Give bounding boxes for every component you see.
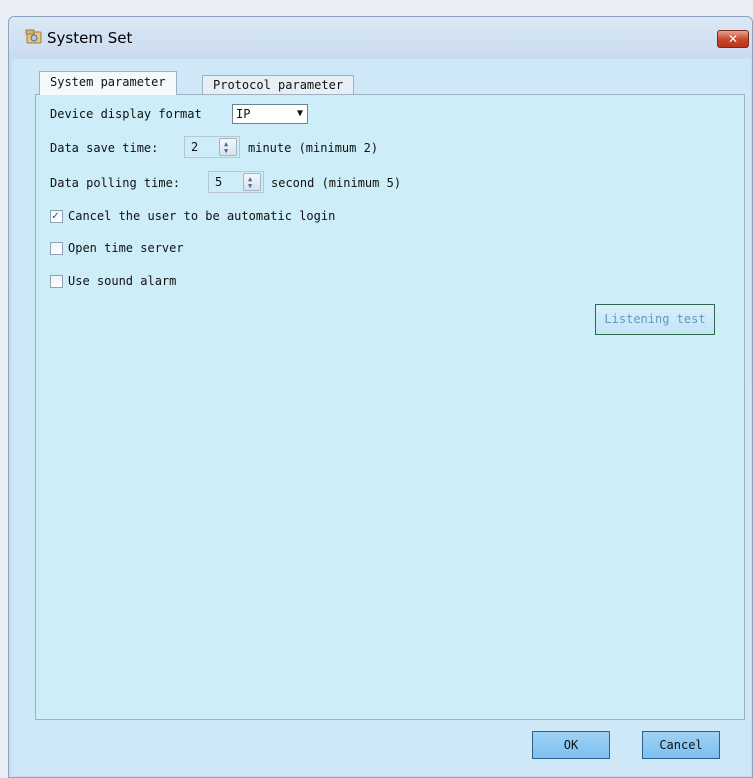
title-bar[interactable]: System Set ✕ (9, 17, 752, 59)
sound-alarm-checkbox[interactable] (50, 275, 63, 288)
data-save-label: Data save time: (50, 141, 159, 155)
data-save-value: 2 (191, 140, 199, 154)
spin-down-icon[interactable]: ▼ (224, 148, 228, 155)
spin-down-icon[interactable]: ▼ (248, 183, 252, 190)
dropdown-arrow-icon: ▼ (296, 108, 303, 119)
app-icon (25, 29, 42, 44)
close-button[interactable]: ✕ (717, 30, 749, 48)
polling-value: 5 (215, 175, 223, 189)
device-display-label: Device display format (50, 107, 202, 121)
data-save-unit: minute (minimum 2) (248, 141, 379, 155)
close-icon: ✕ (727, 32, 739, 46)
cancel-auto-login-checkbox[interactable]: ✓ (50, 209, 63, 223)
data-save-stepper[interactable]: 2 ▲ ▼ (184, 136, 240, 158)
open-time-server-label: Open time server (68, 241, 184, 255)
tab-protocol-parameter[interactable]: Protocol parameter (202, 75, 355, 95)
sound-alarm-label: Use sound alarm (68, 274, 177, 288)
polling-stepper[interactable]: 5 ▲ ▼ (208, 171, 264, 193)
device-display-value: IP (236, 107, 251, 121)
dialog-body: System parameter Protocol parameter Devi… (12, 59, 751, 776)
listening-test-button[interactable]: Listening test (595, 304, 715, 335)
checkmark-icon: ✓ (52, 209, 59, 222)
system-set-window: System Set ✕ System parameter Protocol p… (8, 16, 753, 778)
window-title: System Set (47, 29, 133, 47)
tab-system-parameter[interactable]: System parameter (39, 71, 177, 95)
device-display-select[interactable]: IP ▼ (232, 104, 308, 124)
cancel-auto-login-label: Cancel the user to be automatic login (68, 209, 336, 223)
system-parameter-panel: Device display format IP ▼ Data save tim… (35, 94, 745, 720)
spin-buttons[interactable]: ▲ ▼ (243, 173, 261, 191)
open-time-server-checkbox[interactable] (50, 242, 63, 255)
polling-label: Data polling time: (50, 176, 181, 190)
polling-unit: second (minimum 5) (271, 176, 402, 190)
ok-button[interactable]: OK (532, 731, 610, 759)
cancel-button[interactable]: Cancel (642, 731, 720, 759)
spin-buttons[interactable]: ▲ ▼ (219, 138, 237, 156)
